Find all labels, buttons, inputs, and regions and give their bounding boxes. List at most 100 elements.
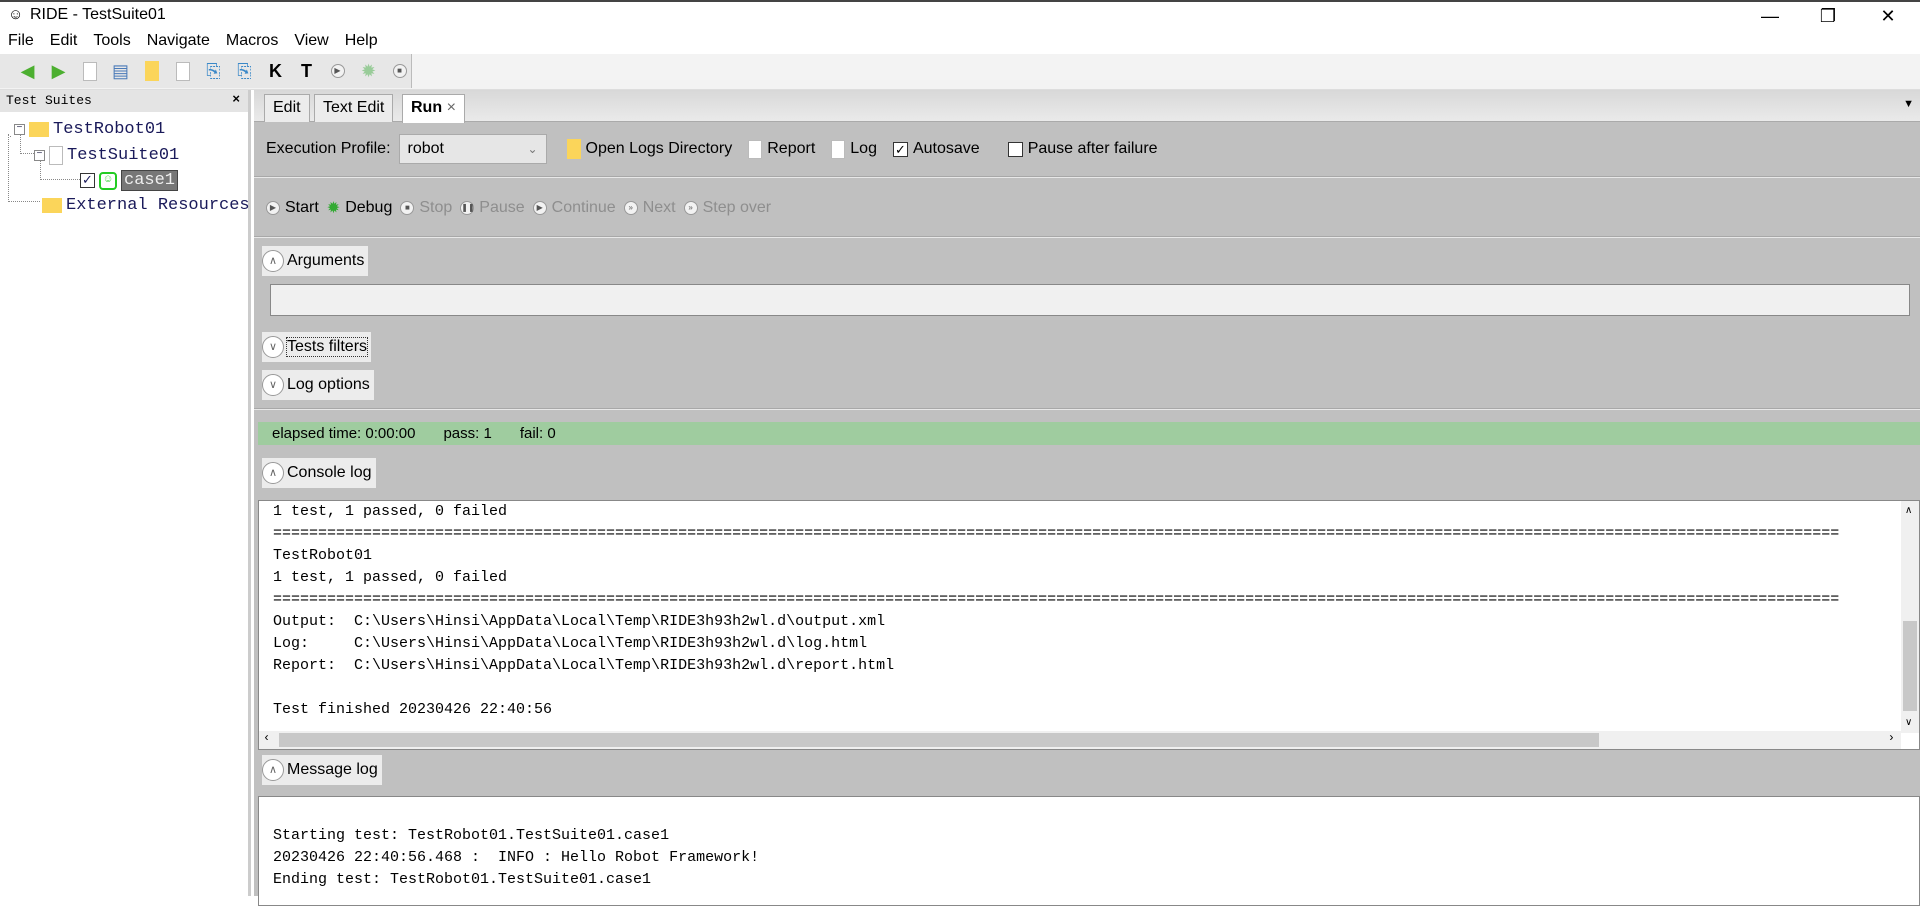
menu-file[interactable]: File	[0, 30, 42, 52]
minimize-button[interactable]: —	[1742, 2, 1798, 30]
profile-select[interactable]: robot ⌄	[398, 134, 547, 164]
forward-arrow-icon[interactable]: ▶	[47, 59, 70, 83]
menu-view[interactable]: View	[286, 30, 336, 52]
tab-label: Edit	[273, 99, 301, 116]
continue-button[interactable]: ▶ Continue	[532, 199, 616, 217]
title-bar: ☺ RIDE - TestSuite01 — ❐ ✕	[0, 0, 1920, 30]
step-over-icon: »	[683, 201, 698, 215]
chevron-down-icon: ⌄	[527, 142, 538, 156]
tree-node-external-resources[interactable]: External Resources	[42, 196, 250, 215]
open-logs-button[interactable]: Open Logs Directory	[566, 139, 733, 159]
bug-icon: ✹	[326, 200, 341, 217]
log-options-toggle[interactable]: ∨ Log options	[262, 370, 374, 400]
close-panel-icon[interactable]: ×	[232, 91, 240, 106]
tab-edit[interactable]: Edit	[264, 94, 310, 122]
profile-label: Execution Profile:	[266, 140, 391, 157]
next-button[interactable]: » Next	[623, 199, 676, 217]
close-button[interactable]: ✕	[1860, 2, 1916, 30]
log-line: 1 test, 1 passed, 0 failed	[273, 569, 508, 586]
stop-button[interactable]: ■ Stop	[400, 199, 452, 217]
new-file-icon[interactable]	[171, 59, 194, 83]
arguments-input[interactable]	[270, 284, 1910, 316]
pause-after-failure-checkbox[interactable]: Pause after failure	[1007, 140, 1158, 158]
step-over-button[interactable]: » Step over	[683, 199, 771, 217]
pause-label: Pause after failure	[1027, 140, 1158, 157]
restore-button[interactable]: ❐	[1800, 2, 1856, 30]
elapsed-time: elapsed time: 0:00:00	[272, 425, 416, 442]
search-keywords-icon[interactable]: K	[264, 59, 287, 83]
checkbox-checked-icon: ✓	[892, 141, 908, 157]
fail-count: fail: 0	[519, 425, 556, 442]
continue-label: Continue	[551, 199, 616, 216]
node-label: TestSuite01	[67, 146, 180, 165]
chevron-down-icon: ∨	[262, 336, 284, 358]
message-log-toggle[interactable]: ∧ Message log	[262, 755, 382, 785]
menu-bar: File Edit Tools Navigate Macros View Help	[0, 30, 1920, 54]
stop-icon: ■	[400, 201, 415, 215]
open-project-icon[interactable]: ▤	[109, 59, 132, 83]
pause-label: Pause	[479, 199, 525, 216]
log-line: ========================================…	[273, 591, 1840, 608]
log-options-label: Log options	[287, 376, 370, 393]
report-button[interactable]: Report	[748, 139, 815, 159]
pause-button[interactable]: ❚❚ Pause	[460, 199, 525, 217]
run-icon[interactable]: ▶	[326, 59, 349, 83]
console-log-toggle[interactable]: ∧ Console log	[262, 458, 376, 488]
horizontal-scrollbar[interactable]: ‹ ›	[259, 731, 1901, 749]
new-project-icon[interactable]	[78, 59, 101, 83]
chevron-up-icon: ∧	[262, 250, 284, 272]
tests-filters-toggle[interactable]: ∨ Tests filters	[262, 332, 372, 362]
log-label: Log	[850, 140, 877, 157]
save-icon[interactable]: ⎘	[202, 59, 225, 83]
robot-icon: ☺	[99, 171, 117, 190]
autosave-checkbox[interactable]: ✓ Autosave	[892, 140, 980, 158]
tree-node-case1[interactable]: ✓ ☺ case1	[80, 170, 179, 191]
stop-icon[interactable]: ■	[388, 59, 411, 83]
message-log[interactable]: Starting test: TestRobot01.TestSuite01.c…	[258, 796, 1920, 906]
menu-navigate[interactable]: Navigate	[139, 30, 218, 52]
chevron-up-icon: ∧	[262, 462, 284, 484]
search-tests-icon[interactable]: T	[295, 59, 318, 83]
menu-help[interactable]: Help	[337, 30, 386, 52]
arguments-label: Arguments	[287, 252, 365, 269]
back-arrow-icon[interactable]: ◀	[16, 59, 39, 83]
report-icon	[748, 139, 763, 159]
scroll-thumb[interactable]	[1903, 621, 1917, 711]
menu-tools[interactable]: Tools	[85, 30, 138, 52]
arguments-toggle[interactable]: ∧ Arguments	[262, 246, 369, 276]
run-controls: ▶ Start ✹ Debug ■ Stop ❚❚ Pause ▶ Continue » N…	[254, 180, 1920, 236]
external-folder-icon	[42, 198, 62, 213]
open-logs-label: Open Logs Directory	[585, 140, 733, 157]
node-label: External Resources	[66, 196, 250, 215]
open-directory-icon[interactable]	[140, 59, 163, 83]
log-line: Ending test: TestRobot01.TestSuite01.cas…	[273, 871, 652, 888]
console-log[interactable]: 1 test, 1 passed, 0 failed ==============…	[258, 500, 1920, 750]
chevron-down-icon: ∨	[262, 374, 284, 396]
log-line: TestRobot01	[273, 547, 373, 564]
start-button[interactable]: ▶ Start	[266, 199, 319, 217]
vertical-scrollbar[interactable]: ∧ ∨	[1901, 501, 1919, 733]
log-line: Test finished 20230426 22:40:56	[273, 701, 553, 718]
profile-row: Execution Profile: robot ⌄ Open Logs Dire…	[254, 122, 1920, 176]
log-button[interactable]: Log	[831, 139, 877, 159]
checkbox-unchecked-icon	[1007, 141, 1023, 157]
start-label: Start	[285, 199, 319, 216]
status-bar: elapsed time: 0:00:00 pass: 1 fail: 0	[258, 422, 1920, 445]
tab-run[interactable]: Run ×	[402, 94, 465, 123]
checkbox-icon[interactable]: ✓	[80, 173, 95, 188]
play-icon: ▶	[266, 201, 280, 215]
menu-macros[interactable]: Macros	[218, 30, 286, 52]
log-line: Starting test: TestRobot01.TestSuite01.c…	[273, 827, 670, 844]
debug-icon[interactable]: ✹	[357, 59, 380, 83]
scroll-thumb[interactable]	[279, 733, 1599, 747]
close-tab-icon[interactable]: ×	[447, 99, 456, 116]
save-all-icon[interactable]: ⎘	[233, 59, 256, 83]
debug-button[interactable]: ✹ Debug	[327, 198, 393, 218]
next-label: Next	[642, 199, 676, 216]
menu-edit[interactable]: Edit	[42, 30, 86, 52]
tab-text-edit[interactable]: Text Edit	[314, 94, 394, 122]
tab-dropdown-icon[interactable]: ▼	[1903, 98, 1914, 110]
continue-icon: ▶	[532, 201, 547, 215]
